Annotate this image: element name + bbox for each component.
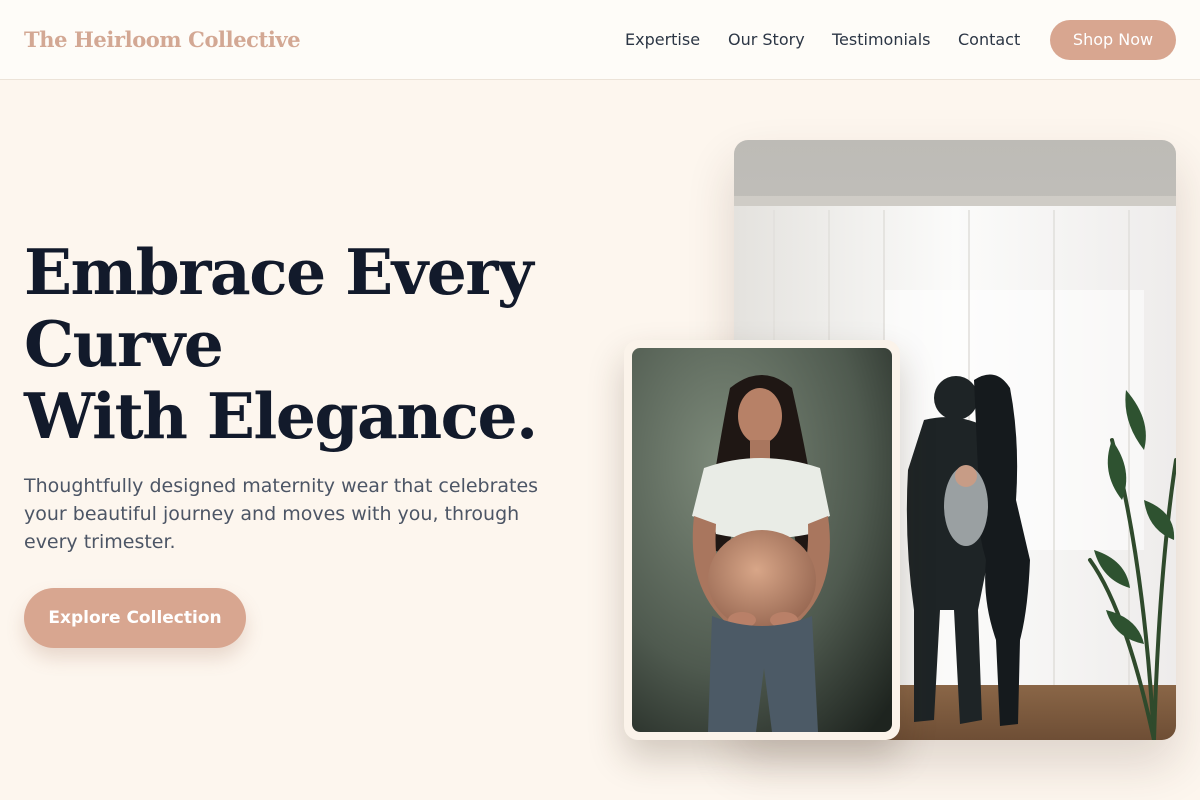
hero-title-line: With Elegance.: [24, 379, 538, 453]
nav-link-our-story[interactable]: Our Story: [728, 30, 805, 50]
nav-link-expertise[interactable]: Expertise: [625, 30, 700, 50]
brand-logo[interactable]: The Heirloom Collective: [24, 26, 301, 54]
pregnancy-photo-card: [624, 340, 900, 740]
hero-title-line: Embrace Every: [24, 235, 534, 309]
hero-subtitle: Thoughtfully designed maternity wear tha…: [24, 475, 539, 553]
pregnancy-photo: [632, 348, 892, 732]
hero-title-line: Curve: [24, 307, 224, 381]
shop-now-button[interactable]: Shop Now: [1050, 20, 1176, 60]
nav-link-contact[interactable]: Contact: [958, 30, 1020, 50]
site-header: The Heirloom Collective Expertise Our St…: [0, 0, 1200, 80]
hero-title: Embrace Every Curve With Elegance.: [24, 236, 584, 452]
nav-link-testimonials[interactable]: Testimonials: [832, 30, 931, 50]
pregnancy-photo-illustration: [632, 348, 892, 732]
explore-collection-button[interactable]: Explore Collection: [24, 588, 246, 648]
